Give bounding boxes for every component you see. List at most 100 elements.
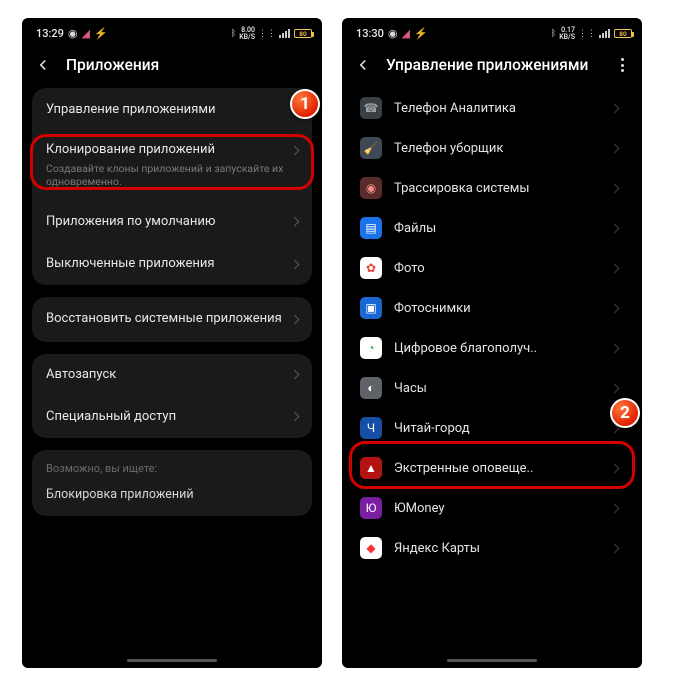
network-speed: 8.00KB/S (239, 27, 255, 40)
chevron-right-icon (610, 143, 620, 153)
app-name-label: Фото (394, 261, 593, 276)
chevron-right-icon (290, 370, 300, 380)
chevron-right-icon (290, 259, 300, 269)
chevron-right-icon (290, 145, 300, 155)
app-name-label: Трассировка системы (394, 181, 593, 196)
hint-card: Возможно, вы ищете: Блокировка приложени… (32, 450, 312, 516)
back-icon[interactable] (34, 56, 52, 74)
row-autostart[interactable]: Автозапуск (32, 354, 312, 396)
arrow-icon: ◢ (82, 27, 90, 40)
wifi-icon: ⋮⋮ (578, 29, 596, 39)
bluetooth-icon: ᛒ (231, 29, 236, 39)
app-icon: ▤ (360, 217, 382, 239)
app-name-label: Телефон Аналитика (394, 101, 593, 116)
home-indicator[interactable] (447, 659, 537, 662)
battery-icon: 80 (294, 29, 312, 38)
app-row[interactable]: ▣ Фотоснимки (354, 288, 630, 328)
hint-title: Возможно, вы ищете: (32, 462, 312, 481)
step-badge-2: 2 (610, 398, 640, 428)
app-icon: ☎ (360, 97, 382, 119)
home-indicator[interactable] (127, 659, 217, 662)
chevron-right-icon (610, 303, 620, 313)
app-icon: ▣ (360, 297, 382, 319)
app-row[interactable]: ◆ Яндекс Карты (354, 528, 630, 568)
header: Приложения (22, 46, 322, 88)
app-name-label: Файлы (394, 221, 593, 236)
app-icon: ◔ (360, 337, 382, 359)
app-name-label: Цифровое благополуч.. (394, 341, 593, 356)
network-speed: 0.17KB/S (559, 27, 575, 40)
row-restore-system[interactable]: Восстановить системные приложения (32, 297, 312, 341)
app-icon: ▲ (360, 457, 382, 479)
chevron-right-icon (610, 463, 620, 473)
settings-group-2: Восстановить системные приложения (32, 297, 312, 341)
app-row[interactable]: ✿ Фото (354, 248, 630, 288)
app-icon: ◆ (360, 537, 382, 559)
signal-icon (599, 29, 611, 38)
chevron-right-icon (290, 412, 300, 422)
chevron-right-icon (290, 314, 300, 324)
flash-icon: ⚡ (94, 27, 108, 40)
settings-group-3: Автозапуск Специальный доступ (32, 354, 312, 439)
step-badge-1: 1 (290, 89, 320, 119)
wifi-icon: ⋮⋮ (258, 29, 276, 39)
page-title: Управление приложениями (386, 56, 600, 74)
app-row[interactable]: Ю ЮMoney (354, 488, 630, 528)
more-menu-icon[interactable] (614, 58, 630, 72)
row-cloning[interactable]: Клонирование приложений Создавайте клоны… (32, 132, 312, 201)
whatsapp-icon: ◉ (68, 27, 78, 40)
app-name-label: Яндекс Карты (394, 541, 593, 556)
app-row[interactable]: ▤ Файлы (354, 208, 630, 248)
app-name-label: Фотоснимки (394, 301, 593, 316)
arrow-icon: ◢ (402, 27, 410, 40)
hint-link[interactable]: Блокировка приложений (32, 481, 312, 516)
app-row[interactable]: ▲ Экстренные оповеще.. (354, 448, 630, 488)
chevron-right-icon (610, 223, 620, 233)
chevron-right-icon (610, 503, 620, 513)
app-icon: 🧹 (360, 137, 382, 159)
flash-icon: ⚡ (414, 27, 428, 40)
status-time: 13:30 (356, 27, 384, 40)
phone-screen-2: 13:30 ◉ ◢ ⚡ ᛒ 0.17KB/S ⋮⋮ 80 Управление … (342, 18, 642, 668)
app-icon: ✿ (360, 257, 382, 279)
page-title: Приложения (66, 56, 310, 74)
app-name-label: Читай-город (394, 421, 593, 436)
apps-list[interactable]: ☎ Телефон Аналитика 🧹 Телефон уборщик ◉ Трасс… (342, 88, 642, 668)
app-row[interactable]: ☎ Телефон Аналитика (354, 88, 630, 128)
app-name-label: Часы (394, 381, 593, 396)
settings-group-1: Управление приложениями Клонирование при… (32, 88, 312, 285)
app-icon: Ч (360, 417, 382, 439)
chevron-right-icon (610, 383, 620, 393)
app-icon: ◐ (360, 377, 382, 399)
row-disabled-apps[interactable]: Выключенные приложения (32, 243, 312, 285)
chevron-right-icon (610, 543, 620, 553)
chevron-right-icon (610, 263, 620, 273)
back-icon[interactable] (354, 56, 372, 74)
status-bar: 13:29 ◉ ◢ ⚡ ᛒ 8.00KB/S ⋮⋮ 80 (22, 18, 322, 46)
whatsapp-icon: ◉ (388, 27, 398, 40)
app-row[interactable]: ◔ Цифровое благополуч.. (354, 328, 630, 368)
chevron-right-icon (610, 343, 620, 353)
settings-list: Управление приложениями Клонирование при… (22, 88, 322, 668)
app-row[interactable]: 🧹 Телефон уборщик (354, 128, 630, 168)
app-name-label: Экстренные оповеще.. (394, 461, 593, 476)
app-icon: Ю (360, 497, 382, 519)
bluetooth-icon: ᛒ (551, 29, 556, 39)
app-name-label: Телефон уборщик (394, 141, 593, 156)
signal-icon (279, 29, 291, 38)
phone-screen-1: 13:29 ◉ ◢ ⚡ ᛒ 8.00KB/S ⋮⋮ 80 Приложения … (22, 18, 322, 668)
chevron-right-icon (610, 103, 620, 113)
app-row[interactable]: ◐ Часы (354, 368, 630, 408)
header: Управление приложениями (342, 46, 642, 88)
row-default-apps[interactable]: Приложения по умолчанию (32, 201, 312, 243)
chevron-right-icon (290, 217, 300, 227)
app-row[interactable]: ◉ Трассировка системы (354, 168, 630, 208)
app-name-label: ЮMoney (394, 501, 593, 516)
chevron-right-icon (610, 183, 620, 193)
status-bar: 13:30 ◉ ◢ ⚡ ᛒ 0.17KB/S ⋮⋮ 80 (342, 18, 642, 46)
status-time: 13:29 (36, 27, 64, 40)
row-app-management[interactable]: Управление приложениями (32, 88, 312, 132)
app-icon: ◉ (360, 177, 382, 199)
row-special-access[interactable]: Специальный доступ (32, 396, 312, 438)
app-row[interactable]: Ч Читай-город (354, 408, 630, 448)
